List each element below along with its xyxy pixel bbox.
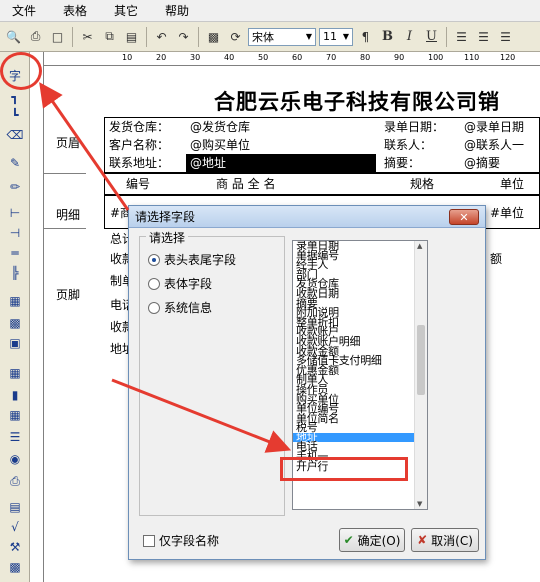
arrow-to-field <box>111 378 292 453</box>
annotation-arrows <box>39 82 292 453</box>
arrow-to-tool <box>39 82 130 211</box>
